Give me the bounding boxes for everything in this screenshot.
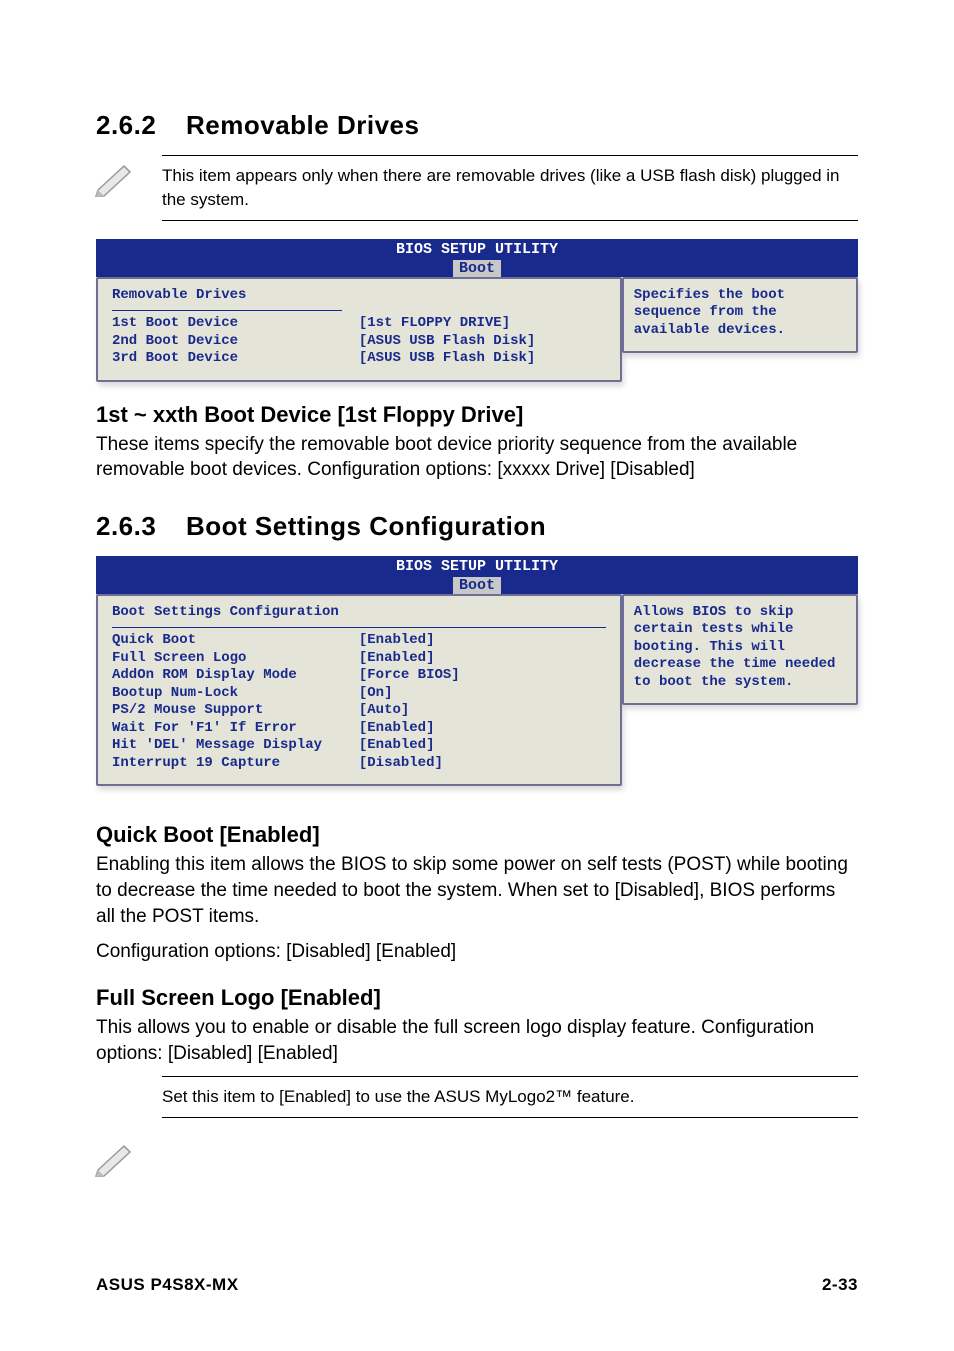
setting-value[interactable]: [Auto] [359,702,606,720]
section-number: 2.6.2 [96,110,186,141]
section-number: 2.6.3 [96,511,186,542]
setting-value[interactable]: [Disabled] [359,755,606,773]
subsection-boot-device-heading: 1st ~ xxth Boot Device [1st Floppy Drive… [96,402,858,428]
bios-subheader: Removable Drives [112,287,606,305]
bios-settings-list: 1st Boot Device[1st FLOPPY DRIVE] 2nd Bo… [112,315,606,368]
setting-value[interactable]: [Enabled] [359,737,606,755]
page-footer: ASUS P4S8X-MX 2-33 [96,1275,858,1295]
setting-label: AddOn ROM Display Mode [112,667,359,685]
bios-help-pane: Specifies the boot sequence from the ava… [622,277,858,354]
setting-value[interactable]: [Enabled] [359,650,606,668]
full-screen-logo-heading: Full Screen Logo [Enabled] [96,985,858,1011]
note-block: Set this item to [Enabled] to use the AS… [162,1076,858,1118]
bios-box-removable: BIOS SETUP UTILITY Boot Removable Drives… [96,239,858,382]
setting-label: Interrupt 19 Capture [112,755,359,773]
quick-boot-body: Enabling this item allows the BIOS to sk… [96,852,858,929]
bios-utility-title: BIOS SETUP UTILITY [396,558,558,575]
bios-help-pane: Allows BIOS to skip certain tests while … [622,594,858,706]
setting-label: 3rd Boot Device [112,350,359,368]
quick-boot-heading: Quick Boot [Enabled] [96,822,858,848]
setting-label: Bootup Num-Lock [112,685,359,703]
note-text: This item appears only when there are re… [162,166,840,209]
pencil-note-icon [94,1140,136,1183]
setting-label: Full Screen Logo [112,650,359,668]
bios-tab: Boot [453,260,501,277]
divider [112,310,342,311]
bios-help-text: Specifies the boot sequence from the ava… [634,287,785,338]
setting-label: Quick Boot [112,632,359,650]
setting-value[interactable]: [Enabled] [359,720,606,738]
section-title: Removable Drives [186,110,419,140]
setting-label: PS/2 Mouse Support [112,702,359,720]
bios-header: BIOS SETUP UTILITY Boot [96,239,858,277]
setting-label: 1st Boot Device [112,315,359,333]
setting-label: Wait For 'F1' If Error [112,720,359,738]
setting-value[interactable]: [Force BIOS] [359,667,606,685]
section-title: Boot Settings Configuration [186,511,546,541]
bios-subheader: Boot Settings Configuration [112,604,606,622]
setting-value[interactable]: [ASUS USB Flash Disk] [359,333,606,351]
section-2-6-3-heading: 2.6.3Boot Settings Configuration [96,511,858,542]
pencil-note-icon [94,160,136,203]
footer-page-number: 2-33 [822,1275,858,1295]
bios-help-text: Allows BIOS to skip certain tests while … [634,604,836,690]
note-text: Set this item to [Enabled] to use the AS… [162,1087,635,1106]
bios-utility-title: BIOS SETUP UTILITY [396,241,558,258]
setting-value[interactable]: [On] [359,685,606,703]
setting-label: Hit 'DEL' Message Display [112,737,359,755]
setting-value[interactable]: [Enabled] [359,632,606,650]
setting-value[interactable]: [ASUS USB Flash Disk] [359,350,606,368]
note-block: This item appears only when there are re… [162,155,858,221]
full-screen-logo-body: This allows you to enable or disable the… [96,1015,858,1066]
setting-value[interactable]: [1st FLOPPY DRIVE] [359,315,606,333]
bios-tab: Boot [453,577,501,594]
quick-boot-config: Configuration options: [Disabled] [Enabl… [96,939,858,965]
footer-product: ASUS P4S8X-MX [96,1275,239,1295]
subsection-body: These items specify the removable boot d… [96,432,858,483]
divider [112,627,606,628]
bios-box-bootsettings: BIOS SETUP UTILITY Boot Boot Settings Co… [96,556,858,787]
bios-settings-list: Quick Boot[Enabled] Full Screen Logo[Ena… [112,632,606,772]
bios-header: BIOS SETUP UTILITY Boot [96,556,858,594]
setting-label: 2nd Boot Device [112,333,359,351]
section-2-6-2-heading: 2.6.2Removable Drives [96,110,858,141]
